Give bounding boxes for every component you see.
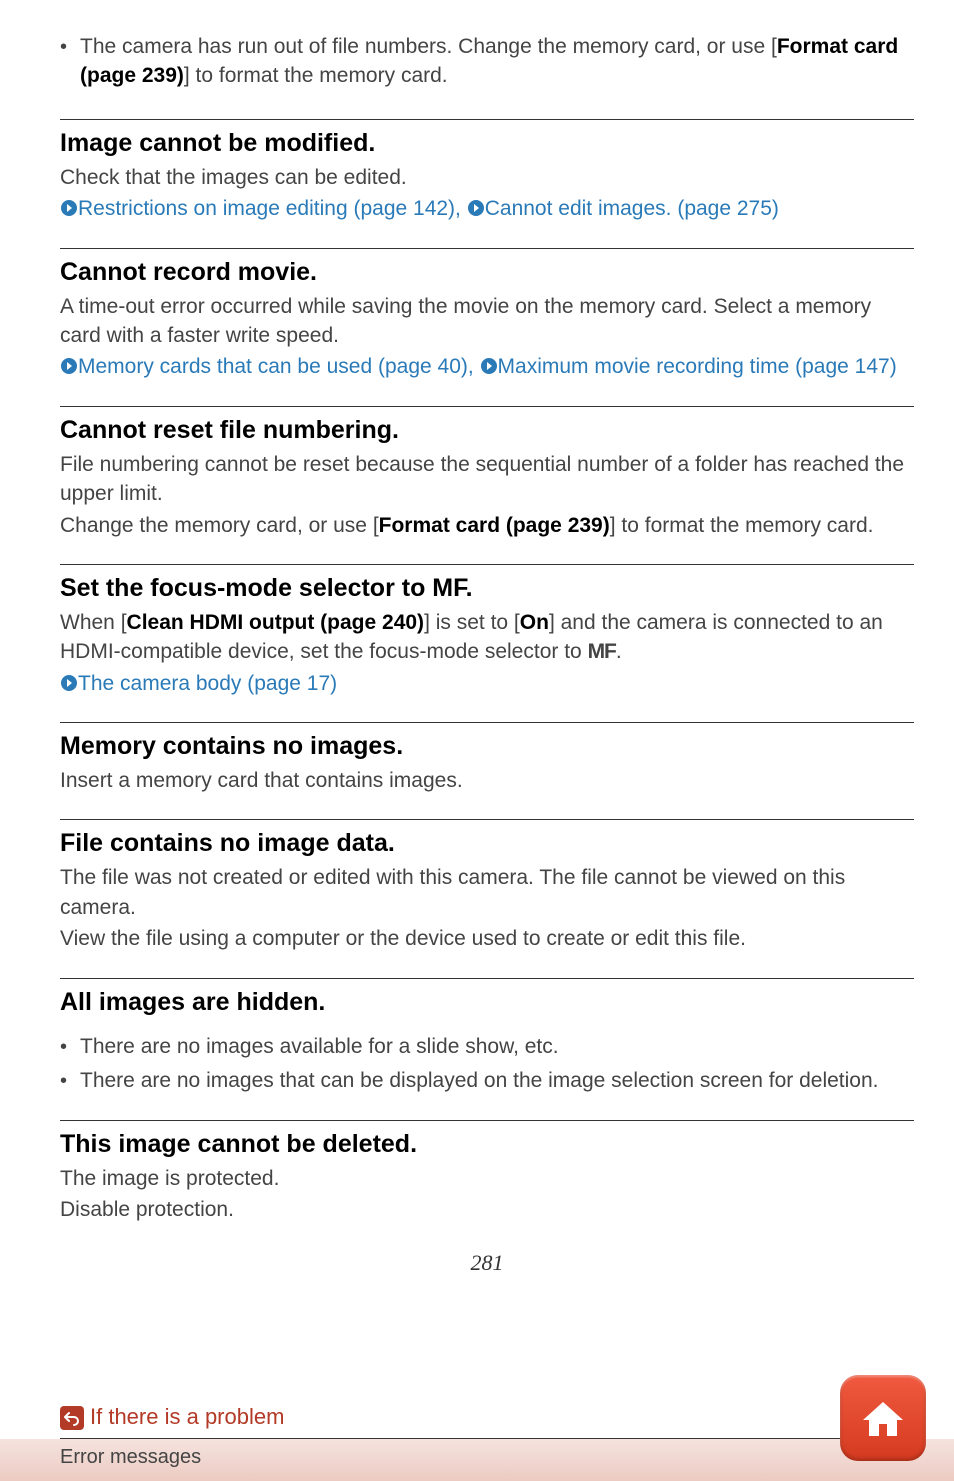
footer-back-label: If there is a problem — [90, 1402, 284, 1433]
link-sep: , — [468, 355, 480, 378]
section-image-cannot-modified: Image cannot be modified. Check that the… — [60, 119, 914, 224]
arrow-right-icon — [467, 199, 485, 217]
link-sep: , — [455, 197, 467, 220]
section-title: All images are hidden. — [60, 985, 914, 1020]
footer-back-link[interactable]: If there is a problem — [60, 1402, 284, 1439]
section-all-images-hidden: All images are hidden. • There are no im… — [60, 978, 914, 1096]
intro-bullet: • The camera has run out of file numbers… — [60, 32, 914, 91]
section-body-mixed: When [Clean HDMI output (page 240)] is s… — [60, 608, 914, 667]
home-button[interactable] — [840, 1375, 926, 1461]
arrow-right-icon — [60, 199, 78, 217]
arrow-right-icon — [60, 357, 78, 375]
mix-suffix: ] to format the memory card. — [610, 514, 874, 537]
section-links: Memory cards that can be used (page 40),… — [60, 352, 914, 381]
section-title: This image cannot be deleted. — [60, 1127, 914, 1162]
mf-icon: MF — [588, 640, 616, 663]
bullet-dot-icon: • — [60, 1032, 80, 1062]
section-memory-no-images: Memory contains no images. Insert a memo… — [60, 722, 914, 795]
list-item: • There are no images that can be displa… — [60, 1066, 914, 1096]
link-clean-hdmi[interactable]: Clean HDMI output (page 240) — [127, 611, 425, 634]
section-body: File numbering cannot be reset because t… — [60, 450, 914, 509]
bullet-dot-icon: • — [60, 32, 80, 91]
link-max-recording[interactable]: Maximum movie recording time (page 147) — [498, 355, 897, 378]
section-title: Cannot reset file numbering. — [60, 413, 914, 448]
section-body: A time-out error occurred while saving t… — [60, 292, 914, 351]
link-cannot-edit[interactable]: Cannot edit images. (page 275) — [485, 197, 779, 220]
link-memory-cards[interactable]: Memory cards that can be used (page 40) — [78, 355, 468, 378]
footer-breadcrumb: Error messages — [0, 1439, 954, 1481]
mix-mid: ] is set to [ — [424, 611, 520, 634]
mix-prefix: Change the memory card, or use [ — [60, 514, 379, 537]
section-set-focus-mode: Set the focus-mode selector to MF. When … — [60, 564, 914, 698]
undo-icon — [60, 1406, 84, 1430]
link-format-card[interactable]: Format card (page 239) — [379, 514, 610, 537]
page-number: 281 — [60, 1248, 914, 1279]
bullet-text: There are no images that can be displaye… — [80, 1066, 914, 1096]
list-item: • There are no images available for a sl… — [60, 1032, 914, 1062]
section-body: The file was not created or edited with … — [60, 863, 914, 922]
section-title: File contains no image data. — [60, 826, 914, 861]
mix-prefix: When [ — [60, 611, 127, 634]
section-title: Set the focus-mode selector to MF. — [60, 571, 914, 606]
section-links: Restrictions on image editing (page 142)… — [60, 194, 914, 223]
footer: If there is a problem Error messages — [0, 1353, 954, 1481]
section-body: Insert a memory card that contains image… — [60, 766, 914, 795]
bold-on: On — [520, 611, 549, 634]
section-body-mixed: Change the memory card, or use [Format c… — [60, 511, 914, 540]
intro-suffix: ] to format the memory card. — [184, 64, 448, 87]
mix-suffix: . — [616, 640, 622, 663]
section-file-no-image-data: File contains no image data. The file wa… — [60, 819, 914, 953]
section-cannot-record-movie: Cannot record movie. A time-out error oc… — [60, 248, 914, 382]
link-restrictions[interactable]: Restrictions on image editing (page 142) — [78, 197, 455, 220]
home-icon — [857, 1392, 909, 1444]
intro-bullet-text: The camera has run out of file numbers. … — [80, 32, 914, 91]
section-body: Check that the images can be edited. — [60, 163, 914, 192]
bullet-dot-icon: • — [60, 1066, 80, 1096]
bullet-text: There are no images available for a slid… — [80, 1032, 914, 1062]
intro-prefix: The camera has run out of file numbers. … — [80, 35, 777, 58]
section-cannot-reset-numbering: Cannot reset file numbering. File number… — [60, 406, 914, 540]
section-body: View the file using a computer or the de… — [60, 924, 914, 953]
section-body: The image is protected. — [60, 1164, 914, 1193]
section-links: The camera body (page 17) — [60, 669, 914, 698]
section-body: Disable protection. — [60, 1195, 914, 1224]
arrow-right-icon — [60, 674, 78, 692]
section-title: Image cannot be modified. — [60, 126, 914, 161]
link-camera-body[interactable]: The camera body (page 17) — [78, 672, 337, 695]
section-title: Memory contains no images. — [60, 729, 914, 764]
section-image-cannot-deleted: This image cannot be deleted. The image … — [60, 1120, 914, 1225]
section-title: Cannot record movie. — [60, 255, 914, 290]
arrow-right-icon — [480, 357, 498, 375]
